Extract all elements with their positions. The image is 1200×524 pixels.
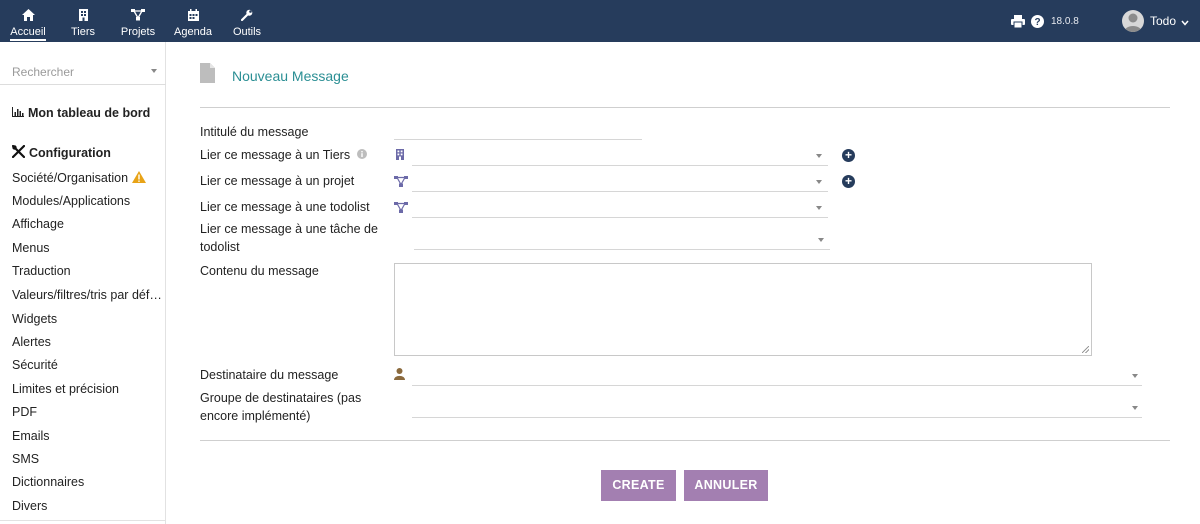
menu-projets[interactable]: Projets bbox=[118, 0, 158, 42]
chart-icon bbox=[12, 106, 24, 120]
project-select[interactable] bbox=[412, 172, 828, 192]
chevron-down-icon bbox=[1132, 374, 1138, 378]
document-icon bbox=[200, 63, 215, 86]
content-label: Contenu du message bbox=[200, 264, 319, 278]
left-sidebar: Rechercher Mon tableau de bord Configura… bbox=[0, 42, 166, 524]
user-icon bbox=[394, 368, 405, 383]
sidebar-item-sms[interactable]: SMS bbox=[12, 452, 162, 466]
warning-icon bbox=[131, 171, 146, 186]
user-menu[interactable]: Todo bbox=[1122, 0, 1189, 42]
resize-handle[interactable] bbox=[1082, 346, 1089, 353]
sidebar-item-traduction[interactable]: Traduction bbox=[12, 264, 162, 278]
link-task-label: Lier ce message à une tâche de todolist bbox=[200, 222, 378, 254]
menu-label: Outils bbox=[232, 26, 262, 38]
link-todolist-label: Lier ce message à une todolist bbox=[200, 200, 370, 214]
add-tiers-button[interactable]: + bbox=[842, 149, 855, 162]
create-button[interactable]: CREATE bbox=[601, 470, 676, 501]
calendar-icon bbox=[187, 8, 199, 22]
sidebar-divider bbox=[0, 520, 166, 521]
sidebar-item-alertes[interactable]: Alertes bbox=[12, 335, 162, 349]
sidebar-item-menus[interactable]: Menus bbox=[12, 241, 162, 255]
recipient-label: Destinataire du message bbox=[200, 368, 339, 382]
project-icon bbox=[394, 175, 408, 190]
menu-label: Tiers bbox=[70, 26, 96, 38]
building-icon bbox=[78, 8, 88, 22]
group-label: Groupe de destinataires (pas encore impl… bbox=[200, 391, 362, 423]
sidebar-item-divers[interactable]: Divers bbox=[12, 499, 162, 513]
title-divider bbox=[200, 107, 1170, 108]
home-icon bbox=[21, 8, 35, 22]
add-project-button[interactable]: + bbox=[842, 175, 855, 188]
menu-agenda[interactable]: Agenda bbox=[172, 0, 214, 42]
configuration-heading[interactable]: Configuration bbox=[11, 144, 111, 161]
dashboard-link[interactable]: Mon tableau de bord bbox=[12, 106, 150, 120]
cancel-button[interactable]: ANNULER bbox=[684, 470, 768, 501]
recipient-select[interactable] bbox=[412, 366, 1142, 386]
menu-tiers[interactable]: Tiers bbox=[66, 0, 100, 42]
sidebar-item-widgets[interactable]: Widgets bbox=[12, 312, 162, 326]
menu-label: Agenda bbox=[174, 26, 212, 38]
tools-icon bbox=[11, 144, 26, 161]
tiers-select[interactable] bbox=[412, 146, 828, 166]
svg-text:?: ? bbox=[1034, 17, 1040, 28]
project-icon bbox=[131, 8, 145, 22]
version-label: 18.0.8 bbox=[1051, 15, 1079, 27]
page-title: Nouveau Message bbox=[232, 68, 349, 84]
group-select[interactable] bbox=[412, 398, 1142, 418]
sidebar-item-dictionnaires[interactable]: Dictionnaires bbox=[12, 475, 162, 489]
menu-outils[interactable]: Outils bbox=[230, 0, 264, 42]
main-content: Nouveau Message Intitulé du message Lier… bbox=[166, 42, 1200, 524]
search-select[interactable]: Rechercher bbox=[0, 57, 166, 85]
form-divider bbox=[200, 440, 1170, 441]
menu-label: Projets bbox=[120, 26, 156, 38]
menu-label: Accueil bbox=[10, 26, 46, 41]
sidebar-item-modules[interactable]: Modules/Applications bbox=[12, 194, 162, 208]
chevron-down-icon bbox=[816, 206, 822, 210]
project-icon bbox=[394, 201, 408, 216]
task-select[interactable] bbox=[414, 230, 830, 250]
sidebar-item-societe[interactable]: Société/Organisation bbox=[12, 171, 162, 186]
sidebar-item-affichage[interactable]: Affichage bbox=[12, 217, 162, 231]
menu-accueil[interactable]: Accueil bbox=[8, 0, 48, 42]
sidebar-item-limites[interactable]: Limites et précision bbox=[12, 382, 162, 396]
avatar bbox=[1122, 10, 1144, 32]
print-icon[interactable] bbox=[1011, 0, 1025, 42]
help-icon[interactable]: ? bbox=[1031, 0, 1044, 42]
sidebar-item-securite[interactable]: Sécurité bbox=[12, 358, 162, 372]
chevron-down-icon bbox=[151, 69, 157, 73]
link-project-label: Lier ce message à un projet bbox=[200, 174, 355, 188]
info-icon bbox=[356, 146, 367, 164]
sidebar-item-valeurs[interactable]: Valeurs/filtres/tris par défaut bbox=[12, 288, 162, 302]
top-navbar: Accueil Tiers Projets Agenda Outils ? 18… bbox=[0, 0, 1200, 42]
sidebar-item-pdf[interactable]: PDF bbox=[12, 405, 162, 419]
todolist-select[interactable] bbox=[412, 198, 828, 218]
link-tiers-label: Lier ce message à un Tiers bbox=[200, 146, 367, 164]
chevron-down-icon bbox=[816, 154, 822, 158]
sidebar-item-emails[interactable]: Emails bbox=[12, 429, 162, 443]
chevron-down-icon bbox=[1181, 14, 1189, 29]
chevron-down-icon bbox=[818, 238, 824, 242]
wrench-icon bbox=[241, 8, 253, 22]
subject-label: Intitulé du message bbox=[200, 125, 309, 139]
content-textarea[interactable] bbox=[394, 263, 1092, 356]
subject-input[interactable] bbox=[394, 120, 642, 140]
building-icon bbox=[396, 148, 404, 163]
chevron-down-icon bbox=[1132, 406, 1138, 410]
chevron-down-icon bbox=[816, 180, 822, 184]
